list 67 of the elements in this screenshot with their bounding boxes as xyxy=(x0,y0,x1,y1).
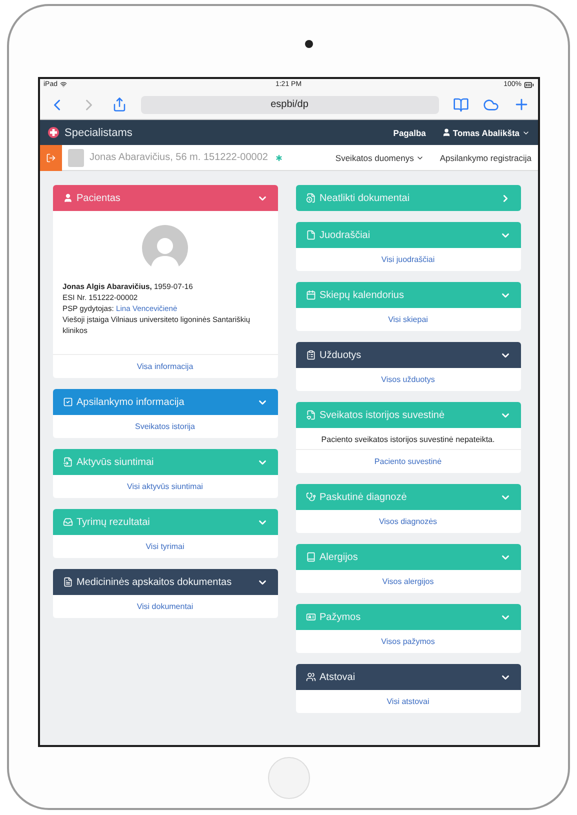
panel-header[interactable]: Užduotys xyxy=(296,342,520,368)
user-icon xyxy=(62,193,72,203)
panel-title: Juodraščiai xyxy=(320,230,372,240)
panel-header[interactable]: Atstovai xyxy=(296,664,520,690)
panel-title: Medicininės apskaitos dokumentas xyxy=(76,576,233,588)
panel-title: Skiepų kalendorius xyxy=(320,290,405,300)
document-heart-icon xyxy=(306,410,316,420)
panel-link[interactable]: Paciento suvestinė xyxy=(374,450,442,474)
checkbox-icon xyxy=(62,397,72,407)
panel-link[interactable]: Visos alergijos xyxy=(382,570,434,594)
document-icon xyxy=(62,577,72,587)
patient-name: Jonas Abaravičius, 56 m. 151222-00002 xyxy=(90,152,268,163)
panel-title: Sveikatos istorijos suvestinė xyxy=(320,410,446,420)
panel-link[interactable]: Visi atstovai xyxy=(386,690,430,714)
brand-name: Specialistams xyxy=(64,126,134,138)
stethoscope-icon xyxy=(306,492,316,502)
panel-link[interactable]: Visos pažymos xyxy=(381,630,435,654)
cloud-icon[interactable] xyxy=(482,96,498,112)
panel-link[interactable]: Visi dokumentai xyxy=(136,595,194,618)
share-icon[interactable] xyxy=(112,97,126,112)
calendar-icon xyxy=(306,290,316,300)
document-arrow-icon xyxy=(62,457,72,467)
camera-icon xyxy=(304,40,312,48)
exit-button[interactable] xyxy=(40,144,62,170)
avatar-icon xyxy=(68,148,84,166)
panel-title: Tyrimų rezultatai xyxy=(76,516,151,528)
panel-link[interactable]: Sveikatos istorija xyxy=(134,415,196,438)
card-icon xyxy=(306,612,316,622)
help-link[interactable]: Pagalba xyxy=(393,128,426,138)
panel-title: Užduotys xyxy=(320,350,362,360)
panel-link[interactable]: Visi aktyvūs siuntimai xyxy=(127,475,203,498)
exit-icon xyxy=(46,152,56,162)
panel-title: Alergijos xyxy=(320,552,359,563)
empty-message: Paciento sveikatos istorijos suvestinė nepateikta. xyxy=(296,428,520,450)
panel-title: Apsilankymo informacija xyxy=(76,396,186,408)
panel-link[interactable]: Visos diagnozės xyxy=(378,510,438,534)
panel-link[interactable]: Visi juodraščiai xyxy=(381,248,435,271)
avatar-icon xyxy=(142,225,188,271)
panel-header[interactable]: Medicininės apskaitos dokumentas xyxy=(52,569,278,595)
panel-header[interactable]: Pacientas xyxy=(52,185,278,211)
panel-title: Aktyvūs siuntimai xyxy=(76,456,155,468)
panel-link[interactable]: Visos užduotys xyxy=(381,368,435,391)
users-icon xyxy=(306,672,316,682)
document-clock-icon xyxy=(306,193,316,203)
panel-header[interactable]: Apsilankymo informacija xyxy=(52,389,278,415)
registration-link[interactable]: Apsilankymo registracija xyxy=(440,152,532,162)
panel-link[interactable]: Visi tyrimai xyxy=(146,535,184,558)
health-data-menu[interactable]: Sveikatos duomenys xyxy=(335,152,424,162)
panel-link[interactable]: Visi skiepai xyxy=(388,308,428,331)
document-icon xyxy=(306,230,316,240)
tray-icon xyxy=(62,517,72,527)
logo-icon xyxy=(48,127,58,138)
address-field[interactable]: espbi/dp xyxy=(140,96,438,114)
panel-title: Pažymos xyxy=(320,612,362,623)
book-icon[interactable] xyxy=(452,96,468,112)
panel-title: Paskutinė diagnozė xyxy=(320,492,408,503)
wifi-icon xyxy=(60,81,67,88)
user-menu[interactable]: Tomas Abalikšta xyxy=(442,128,530,138)
asterisk-icon xyxy=(274,152,284,162)
panel-title: Atstovai xyxy=(320,672,356,683)
clipboard-icon xyxy=(306,350,316,360)
book-icon xyxy=(306,552,316,562)
panel-title: Neatlikti dokumentai xyxy=(320,192,411,204)
panel-link[interactable]: Visa informacija xyxy=(136,355,194,378)
user-icon xyxy=(442,128,451,137)
battery-icon xyxy=(524,80,534,90)
panel-title: Pacientas xyxy=(76,192,122,204)
